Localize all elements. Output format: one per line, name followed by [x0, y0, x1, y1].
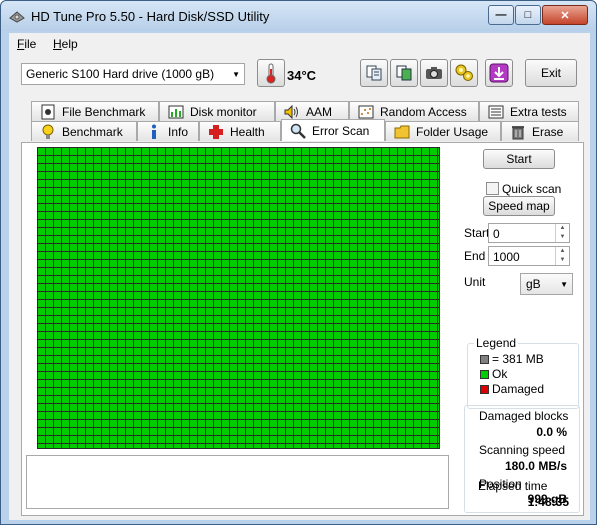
random-access-icon: [358, 104, 374, 120]
ok-swatch: [480, 369, 489, 379]
tab-info[interactable]: Info: [137, 121, 199, 141]
tab-label: Folder Usage: [416, 124, 489, 139]
start-field-label: Start: [464, 226, 490, 240]
scan-block-map: [37, 147, 440, 449]
end-spinner[interactable]: ▲ ▼: [555, 247, 569, 265]
legend-title: Legend: [474, 336, 519, 350]
menu-file[interactable]: File: [17, 37, 36, 51]
tab-error-scan[interactable]: Error Scan: [281, 119, 385, 141]
tab-label: Health: [230, 124, 265, 139]
unit-label: Unit: [464, 275, 486, 289]
maximize-button[interactable]: □: [515, 5, 541, 25]
toolbar: Generic S100 Hard drive (1000 gB) ▼ 34°C: [9, 55, 590, 95]
temperature-button[interactable]: [257, 59, 285, 87]
tab-label: Error Scan: [312, 123, 370, 138]
legend-item-damaged: Damaged: [480, 382, 544, 396]
spin-down-icon[interactable]: ▼: [556, 256, 569, 265]
tab-benchmark[interactable]: Benchmark: [31, 121, 137, 141]
info-icon: [146, 124, 162, 140]
title-bar[interactable]: HD Tune Pro 5.50 - Hard Disk/SSD Utility…: [1, 1, 596, 31]
quick-scan-label[interactable]: Quick scan: [502, 182, 561, 196]
elapsed-time-label: Elapsed time: [478, 479, 548, 493]
disk-monitor-icon: [168, 104, 184, 120]
tab-label: AAM: [306, 104, 333, 119]
tab-file-benchmark[interactable]: File Benchmark: [31, 101, 159, 121]
start-position-input[interactable]: 0 ▲ ▼: [488, 223, 570, 243]
folder-icon: [394, 124, 410, 140]
block-size-swatch: [480, 354, 489, 364]
close-button[interactable]: ✕: [542, 5, 588, 25]
speed-map-button[interactable]: Speed map: [483, 196, 555, 216]
options-button[interactable]: [450, 59, 478, 87]
temperature-value: 34°C: [287, 68, 317, 83]
drive-select-value: Generic S100 Hard drive (1000 gB): [26, 67, 215, 81]
magnifier-icon: [290, 123, 306, 139]
damaged-swatch: [480, 384, 489, 394]
client-area: File Help Generic S100 Hard drive (1000 …: [9, 33, 590, 520]
end-field-label: End: [464, 249, 486, 263]
damaged-blocks-label: Damaged blocks: [479, 409, 569, 423]
options-icon: [455, 64, 473, 81]
save-button[interactable]: [485, 59, 513, 87]
chevron-down-icon: ▼: [560, 280, 568, 289]
tab-label: Extra tests: [510, 104, 567, 119]
spin-up-icon[interactable]: ▲: [556, 224, 569, 233]
tab-label: Info: [168, 124, 189, 139]
menu-help[interactable]: Help: [53, 37, 78, 51]
tab-label: File Benchmark: [62, 104, 146, 119]
copy-screen-icon: [396, 65, 412, 81]
app-window: HD Tune Pro 5.50 - Hard Disk/SSD Utility…: [0, 0, 597, 525]
start-spinner[interactable]: ▲ ▼: [555, 224, 569, 242]
tab-label: Erase: [532, 124, 564, 139]
tab-label: Disk monitor: [190, 104, 257, 119]
copy-info-icon: [366, 65, 382, 81]
tab-label: Benchmark: [62, 124, 123, 139]
tab-erase[interactable]: Erase: [501, 121, 579, 141]
trash-icon: [510, 124, 526, 140]
damaged-blocks-value: 0.0 %: [536, 425, 567, 439]
screenshot-button[interactable]: [420, 59, 448, 87]
chevron-down-icon: ▼: [232, 70, 240, 79]
copy-screen-button[interactable]: [390, 59, 418, 87]
speaker-icon: [284, 104, 300, 120]
save-icon: [489, 63, 509, 83]
tab-label: Random Access: [380, 104, 467, 119]
quick-scan-checkbox[interactable]: [486, 182, 499, 195]
window-title: HD Tune Pro 5.50 - Hard Disk/SSD Utility: [31, 9, 270, 24]
end-position-input[interactable]: 1000 ▲ ▼: [488, 246, 570, 266]
tab-extra-tests[interactable]: Extra tests: [479, 101, 579, 121]
file-benchmark-icon: [40, 104, 56, 120]
camera-icon: [426, 67, 442, 79]
hdtune-app-icon: [9, 11, 25, 23]
drive-select[interactable]: Generic S100 Hard drive (1000 gB) ▼: [21, 63, 245, 85]
scanning-speed-value: 180.0 MB/s: [504, 459, 567, 473]
extra-tests-icon: [488, 104, 504, 120]
exit-button[interactable]: Exit: [525, 59, 577, 87]
copy-info-button[interactable]: [360, 59, 388, 87]
tab-health[interactable]: Health: [199, 121, 281, 141]
tab-folder-usage[interactable]: Folder Usage: [385, 121, 501, 141]
minimize-button[interactable]: —: [488, 5, 514, 25]
error-scan-panel: Start Quick scan Speed map Start 0 ▲ ▼ En…: [21, 142, 584, 516]
elapsed-time-value: 1:48:35: [527, 495, 569, 509]
spin-down-icon[interactable]: ▼: [556, 233, 569, 242]
scan-log-box[interactable]: [26, 455, 449, 509]
lightbulb-icon: [40, 124, 56, 140]
thermometer-icon: [266, 63, 276, 84]
tab-aam[interactable]: AAM: [275, 101, 349, 121]
start-scan-button[interactable]: Start: [483, 149, 555, 169]
tab-random-access[interactable]: Random Access: [349, 101, 479, 121]
legend-item-block-size: = 381 MB: [480, 352, 544, 366]
health-cross-icon: [208, 124, 224, 140]
scanning-speed-label: Scanning speed: [479, 443, 566, 457]
legend-group: Legend = 381 MB Ok Damaged: [467, 336, 579, 409]
legend-item-ok: Ok: [480, 367, 507, 381]
tab-disk-monitor[interactable]: Disk monitor: [159, 101, 275, 121]
spin-up-icon[interactable]: ▲: [556, 247, 569, 256]
unit-select[interactable]: gB ▼: [520, 273, 573, 295]
menu-bar: File Help: [9, 33, 590, 55]
